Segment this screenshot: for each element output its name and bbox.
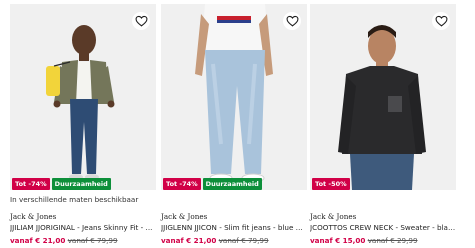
badges: Tot -50% — [312, 178, 350, 190]
heart-outline-icon — [286, 15, 298, 27]
price-original: vanaf € 79,99 — [218, 236, 269, 245]
product-title[interactable]: JJIGLENN JJICON - Slim fit jeans - blue … — [161, 223, 307, 232]
product-photo-jeans-skinny — [10, 4, 156, 190]
price-original: vanaf € 29,99 — [367, 236, 418, 245]
product-price: vanaf € 15,00 vanaf € 29,99 — [310, 236, 418, 245]
product-card[interactable]: Tot -74% Duurzaamheid Jack & Jones JJIGL… — [161, 0, 307, 248]
product-photo-sweater — [310, 4, 456, 190]
product-card[interactable]: Tot -74% Duurzaamheid In verschillende m… — [10, 0, 156, 248]
availability-text: In verschillende maten beschikbaar — [10, 195, 139, 204]
product-brand[interactable]: Jack & Jones — [161, 212, 207, 221]
badges: Tot -74% Duurzaamheid — [163, 178, 262, 190]
price-current: vanaf € 21,00 — [161, 236, 217, 245]
product-photo-slim-jeans — [161, 4, 307, 190]
product-image[interactable]: Tot -74% Duurzaamheid — [161, 4, 307, 190]
heart-outline-icon — [135, 15, 147, 27]
product-title[interactable]: JJILIAM JJORIGINAL - Jeans Skinny Fit - … — [10, 223, 156, 232]
product-brand[interactable]: Jack & Jones — [10, 212, 56, 221]
product-price: vanaf € 21,00 vanaf € 79,99 — [161, 236, 269, 245]
price-current: vanaf € 21,00 — [10, 236, 66, 245]
wishlist-button[interactable] — [283, 12, 301, 30]
sustainability-badge: Duurzaamheid — [51, 178, 111, 190]
discount-badge: Tot -74% — [12, 178, 50, 190]
price-original: vanaf € 79,99 — [67, 236, 118, 245]
discount-badge: Tot -74% — [163, 178, 201, 190]
product-image[interactable]: Tot -74% Duurzaamheid — [10, 4, 156, 190]
product-card[interactable]: Tot -50% Jack & Jones JCOOTTOS CREW NECK… — [310, 0, 456, 248]
product-image[interactable]: Tot -50% — [310, 4, 456, 190]
product-title[interactable]: JCOOTTOS CREW NECK - Sweater - black — [310, 223, 456, 232]
badges: Tot -74% Duurzaamheid — [12, 178, 111, 190]
wishlist-button[interactable] — [132, 12, 150, 30]
price-current: vanaf € 15,00 — [310, 236, 366, 245]
sustainability-badge: Duurzaamheid — [202, 178, 262, 190]
discount-badge: Tot -50% — [312, 178, 350, 190]
product-price: vanaf € 21,00 vanaf € 79,99 — [10, 236, 118, 245]
wishlist-button[interactable] — [432, 12, 450, 30]
product-brand[interactable]: Jack & Jones — [310, 212, 356, 221]
heart-outline-icon — [435, 15, 447, 27]
